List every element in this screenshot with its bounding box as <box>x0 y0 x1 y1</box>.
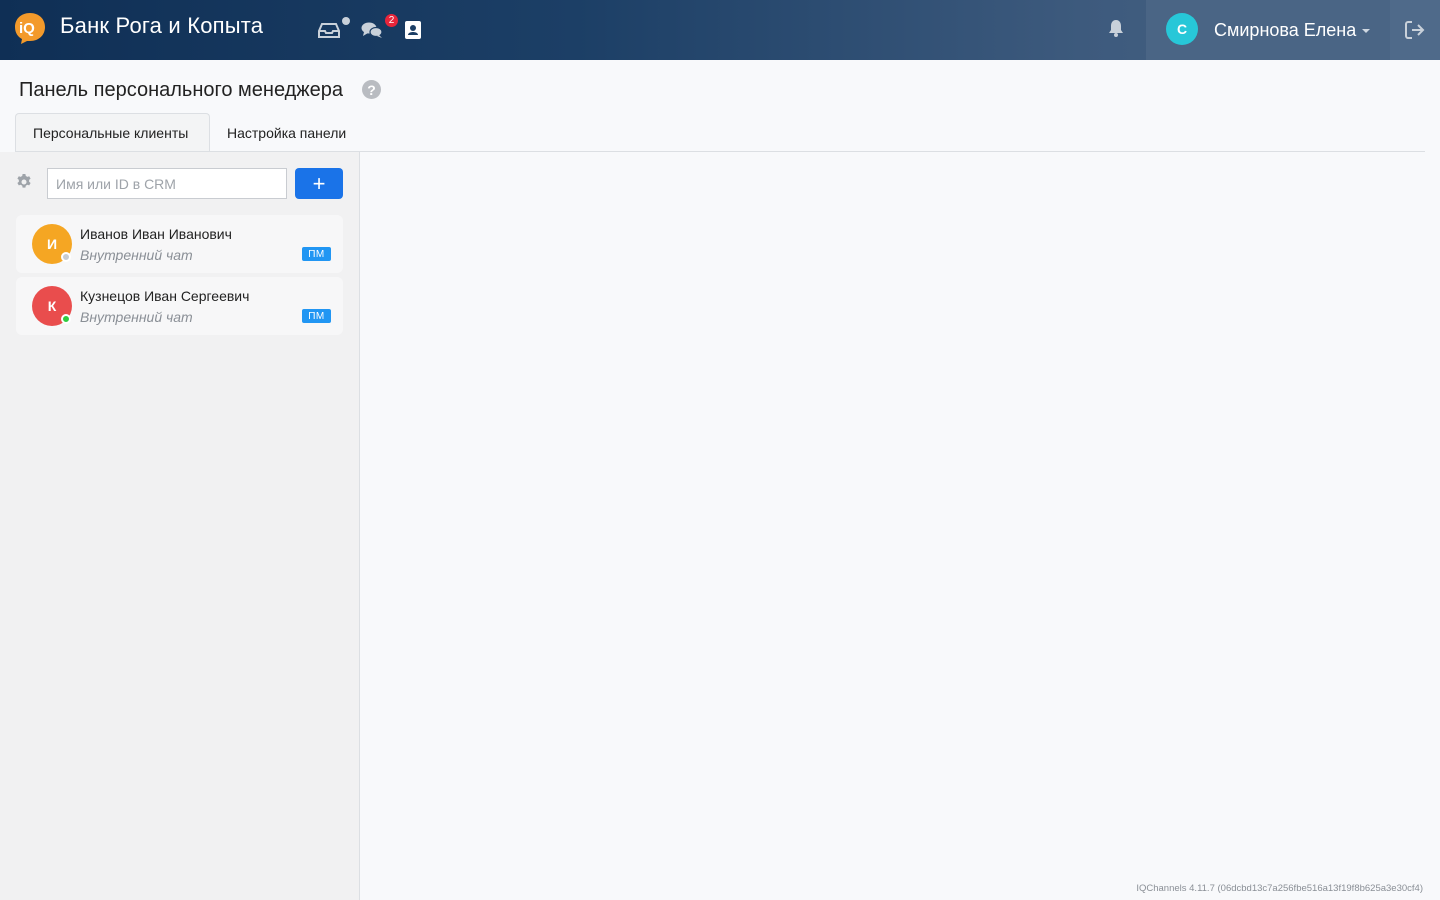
user-name: Смирнова Елена <box>1214 20 1357 40</box>
client-channel: Внутренний чат <box>80 247 193 263</box>
client-list-item[interactable]: К Кузнецов Иван Сергеевич Внутренний чат… <box>16 277 343 335</box>
version-footer: IQChannels 4.11.7 (06dcbd13c7a256fbe516a… <box>1136 883 1423 894</box>
pm-badge: ПМ <box>302 247 331 261</box>
iq-logo-icon[interactable]: iQ <box>14 12 46 44</box>
user-menu[interactable]: С Смирнова Елена <box>1146 0 1390 60</box>
presence-dot <box>61 252 71 262</box>
chevron-down-icon <box>1362 29 1370 33</box>
client-list-item[interactable]: И Иванов Иван Иванович Внутренний чат ПМ <box>16 215 343 273</box>
tab-personal-clients[interactable]: Персональные клиенты <box>15 113 210 152</box>
add-client-button[interactable]: + <box>295 168 343 199</box>
tab-panel-settings[interactable]: Настройка панели <box>210 113 363 152</box>
presence-dot <box>61 314 71 324</box>
brand-title[interactable]: Банк Рога и Копыта <box>60 13 263 39</box>
logout-icon <box>1405 21 1425 39</box>
contacts-icon[interactable] <box>401 18 425 42</box>
client-channel: Внутренний чат <box>80 309 193 325</box>
chats-icon[interactable] <box>360 18 384 42</box>
inbox-icon[interactable] <box>317 18 341 42</box>
chats-badge: 2 <box>385 14 398 27</box>
client-name: Кузнецов Иван Сергеевич <box>80 288 250 304</box>
user-avatar: С <box>1166 13 1198 45</box>
gear-icon[interactable] <box>16 174 32 190</box>
svg-text:iQ: iQ <box>19 20 35 37</box>
inbox-status-dot <box>342 17 350 25</box>
help-icon[interactable]: ? <box>362 80 381 99</box>
client-name: Иванов Иван Иванович <box>80 226 232 242</box>
client-search-input[interactable] <box>47 168 287 199</box>
page-title: Панель персонального менеджера <box>19 79 344 101</box>
top-navbar: iQ Банк Рога и Копыта 2 С Смирнова Елена <box>0 0 1440 60</box>
logout-button[interactable] <box>1390 0 1440 60</box>
bell-icon[interactable] <box>1106 18 1126 38</box>
pm-badge: ПМ <box>302 309 331 323</box>
